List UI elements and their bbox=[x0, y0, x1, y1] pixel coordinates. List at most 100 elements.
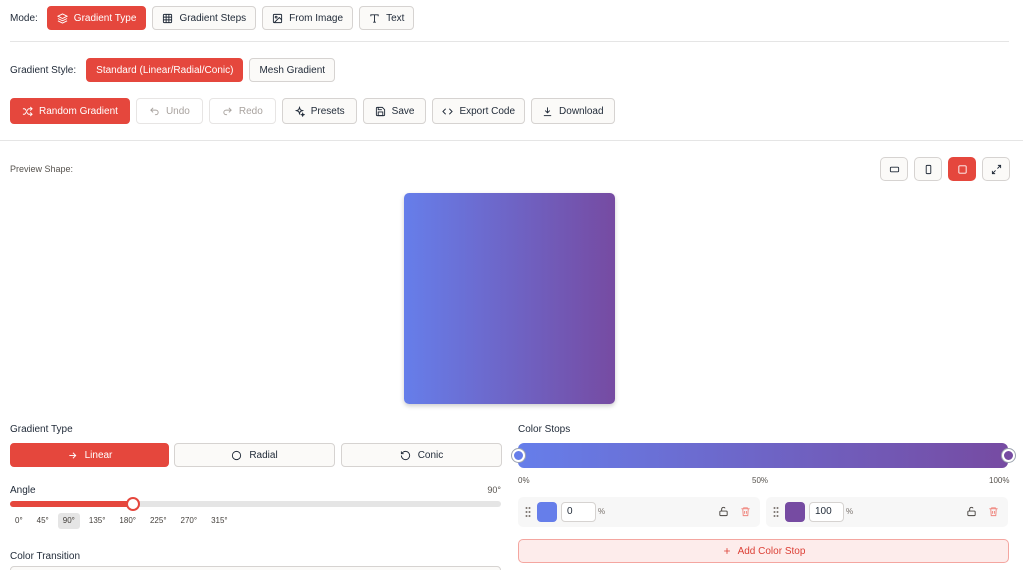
drag-handle-icon[interactable] bbox=[525, 506, 531, 518]
drag-handle-icon[interactable] bbox=[773, 506, 779, 518]
mode-from-image-label: From Image bbox=[289, 12, 344, 24]
mode-label: Mode: bbox=[10, 12, 38, 24]
presets-button[interactable]: Presets bbox=[281, 98, 357, 124]
type-linear-label: Linear bbox=[84, 449, 113, 461]
download-icon bbox=[543, 106, 552, 116]
type-linear-button[interactable]: Linear bbox=[10, 443, 169, 467]
download-label: Download bbox=[559, 105, 604, 117]
color-stop-row: 100 % bbox=[766, 497, 1008, 527]
grid-icon bbox=[163, 13, 173, 23]
save-label: Save bbox=[391, 105, 415, 117]
circle-icon bbox=[232, 450, 242, 460]
style-standard-button[interactable]: Standard (Linear/Radial/Conic) bbox=[86, 58, 244, 82]
text-icon bbox=[370, 13, 379, 23]
color-stop-handle[interactable] bbox=[1002, 449, 1015, 462]
mode-gradient-type-button[interactable]: Gradient Type bbox=[46, 6, 147, 30]
add-color-stop-button[interactable]: Add Color Stop bbox=[518, 539, 1009, 563]
angle-preset-button[interactable]: 315° bbox=[206, 513, 233, 529]
section-divider bbox=[0, 140, 1023, 141]
angle-preset-button[interactable]: 135° bbox=[84, 513, 111, 529]
export-code-button[interactable]: Export Code bbox=[432, 98, 526, 124]
style-standard-label: Standard (Linear/Radial/Conic) bbox=[96, 64, 234, 76]
save-button[interactable]: Save bbox=[362, 98, 427, 124]
angle-slider[interactable] bbox=[10, 497, 501, 511]
unlock-icon[interactable] bbox=[966, 506, 977, 517]
gradient-type-label: Gradient Type bbox=[10, 424, 73, 435]
stop-position-input[interactable]: 100 bbox=[809, 502, 844, 522]
mode-text-button[interactable]: Text bbox=[359, 6, 415, 30]
scale-mid: 50% bbox=[752, 476, 769, 485]
mode-row: Mode: Gradient Type Gradient Steps From … bbox=[10, 6, 415, 30]
angle-preset-button[interactable]: 90° bbox=[57, 513, 80, 529]
mode-text-label: Text bbox=[386, 12, 405, 24]
angle-preset-button[interactable]: 225° bbox=[145, 513, 172, 529]
shape-portrait-button[interactable] bbox=[914, 157, 942, 181]
trash-icon[interactable] bbox=[740, 506, 751, 517]
stop-unit: % bbox=[846, 507, 854, 516]
style-mesh-button[interactable]: Mesh Gradient bbox=[249, 58, 336, 82]
redo-button[interactable]: Redo bbox=[208, 98, 276, 124]
plus-icon bbox=[723, 548, 730, 554]
angle-label: Angle bbox=[10, 485, 36, 496]
angle-value: 90° bbox=[487, 485, 501, 495]
redo-label: Redo bbox=[238, 105, 263, 117]
angle-preset-button[interactable]: 0° bbox=[10, 513, 28, 529]
color-swatch[interactable] bbox=[785, 502, 805, 522]
style-mesh-label: Mesh Gradient bbox=[259, 64, 326, 76]
unlock-icon[interactable] bbox=[718, 506, 729, 517]
mode-gradient-steps-button[interactable]: Gradient Steps bbox=[152, 6, 257, 30]
angle-preset-button[interactable]: 180° bbox=[114, 513, 141, 529]
angle-presets: 0° 45° 90° 135° 180° 225° 270° 315° bbox=[10, 513, 233, 529]
fullscreen-icon bbox=[991, 164, 1001, 174]
landscape-icon bbox=[889, 166, 899, 172]
presets-label: Presets bbox=[310, 105, 345, 117]
type-radial-button[interactable]: Radial bbox=[174, 443, 335, 467]
redo-icon bbox=[223, 107, 232, 115]
portrait-icon bbox=[925, 164, 931, 174]
type-radial-label: Radial bbox=[249, 449, 278, 461]
mode-gradient-type-label: Gradient Type bbox=[73, 12, 137, 24]
scale-start: 0% bbox=[518, 476, 530, 485]
color-transition-label: Color Transition bbox=[10, 551, 81, 562]
random-gradient-label: Random Gradient bbox=[39, 105, 118, 117]
arrow-right-icon bbox=[68, 451, 76, 459]
shape-landscape-button[interactable] bbox=[880, 157, 908, 181]
type-conic-button[interactable]: Conic bbox=[341, 443, 502, 467]
style-label: Gradient Style: bbox=[10, 64, 77, 76]
download-button[interactable]: Download bbox=[531, 98, 615, 124]
code-icon bbox=[442, 107, 454, 115]
angle-preset-button[interactable]: 45° bbox=[32, 513, 54, 529]
gradient-preview bbox=[404, 193, 615, 404]
image-icon bbox=[273, 13, 283, 23]
rotate-icon bbox=[400, 450, 410, 460]
trash-icon[interactable] bbox=[988, 506, 999, 517]
random-gradient-button[interactable]: Random Gradient bbox=[10, 98, 130, 124]
angle-slider-thumb[interactable] bbox=[125, 497, 140, 511]
shuffle-icon bbox=[22, 106, 33, 116]
color-swatch[interactable] bbox=[537, 502, 557, 522]
color-transition-select[interactable] bbox=[10, 566, 501, 570]
shape-square-button[interactable] bbox=[948, 157, 976, 181]
undo-button[interactable]: Undo bbox=[135, 98, 203, 124]
export-code-label: Export Code bbox=[459, 105, 516, 117]
mode-from-image-button[interactable]: From Image bbox=[262, 6, 354, 30]
layers-icon bbox=[56, 12, 68, 24]
type-conic-label: Conic bbox=[417, 449, 444, 461]
color-stops-label: Color Stops bbox=[518, 424, 571, 435]
stop-position-input[interactable]: 0 bbox=[561, 502, 596, 522]
undo-label: Undo bbox=[165, 105, 190, 117]
color-stop-row: 0 % bbox=[518, 497, 760, 527]
color-stops-bar[interactable] bbox=[512, 443, 1015, 468]
shape-selector bbox=[880, 157, 1010, 181]
square-icon bbox=[957, 164, 967, 174]
stop-unit: % bbox=[598, 507, 606, 516]
color-stop-handle[interactable] bbox=[512, 449, 525, 462]
angle-slider-fill bbox=[10, 501, 133, 507]
preview-shape-label: Preview Shape: bbox=[10, 164, 74, 174]
mode-gradient-steps-label: Gradient Steps bbox=[179, 12, 247, 24]
toolbar: Random Gradient Undo Redo Presets Save E… bbox=[10, 98, 615, 124]
add-color-stop-label: Add Color Stop bbox=[737, 545, 806, 557]
undo-icon bbox=[150, 107, 159, 115]
angle-preset-button[interactable]: 270° bbox=[176, 513, 203, 529]
shape-fullscreen-button[interactable] bbox=[982, 157, 1010, 181]
